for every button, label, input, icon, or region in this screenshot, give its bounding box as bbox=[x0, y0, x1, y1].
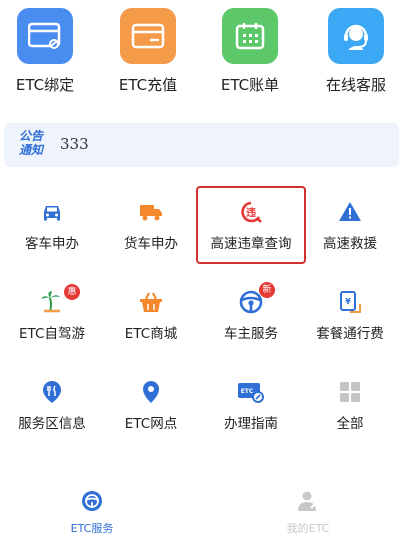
guide-card-icon: ETC bbox=[238, 383, 264, 403]
owner-service-button[interactable]: 新 车主服务 bbox=[201, 280, 301, 352]
online-service-button[interactable]: 在线客服 bbox=[316, 8, 396, 100]
online-service-headset-icon bbox=[328, 8, 384, 64]
warning-triangle-icon bbox=[339, 202, 361, 221]
service-area-info-button[interactable]: 服务区信息 bbox=[2, 370, 102, 442]
etc-bill-calendar-icon bbox=[222, 8, 278, 64]
highway-rescue-button[interactable]: 高速救援 bbox=[300, 190, 400, 262]
new-badge: 新 bbox=[259, 282, 275, 298]
all-grid-icon bbox=[340, 382, 360, 402]
etc-self-drive-button[interactable]: 惠 ETC自驾游 bbox=[2, 280, 102, 352]
user-icon bbox=[298, 491, 318, 511]
highlight-box bbox=[196, 186, 306, 264]
car-apply-button[interactable]: 客车申办 bbox=[2, 190, 102, 262]
service-area-pin-icon bbox=[43, 381, 61, 403]
etc-bill-button[interactable]: ETC账单 bbox=[210, 8, 290, 100]
discount-badge: 惠 bbox=[64, 284, 80, 300]
etc-outlet-button[interactable]: ETC网点 bbox=[101, 370, 201, 442]
top-quick-actions: ETC绑定 ETC充值 ETC账单 在线客服 bbox=[0, 0, 401, 104]
car-icon bbox=[44, 206, 60, 221]
etc-recharge-button[interactable]: ETC充值 bbox=[108, 8, 188, 100]
etc-bind-button[interactable]: ETC绑定 bbox=[5, 8, 85, 100]
toll-package-icon: ¥ bbox=[340, 291, 361, 313]
palm-tree-icon bbox=[41, 291, 60, 313]
truck-apply-button[interactable]: 货车申办 bbox=[101, 190, 201, 262]
bottom-tab-bar: ETC服务 我的ETC bbox=[0, 480, 401, 543]
tab-my-etc[interactable]: 我的ETC bbox=[248, 490, 368, 540]
process-guide-button[interactable]: ETC 办理指南 bbox=[201, 370, 301, 442]
svg-text:¥: ¥ bbox=[345, 297, 351, 306]
toll-package-button[interactable]: ¥ 套餐通行费 bbox=[300, 280, 400, 352]
etc-service-icon bbox=[82, 491, 102, 511]
notice-tag: 公告 通知 bbox=[18, 129, 43, 157]
location-pin-icon bbox=[143, 381, 159, 403]
notice-bar[interactable]: 公告 通知 333 bbox=[4, 123, 399, 167]
etc-mall-button[interactable]: ETC商城 bbox=[101, 280, 201, 352]
etc-recharge-card-icon bbox=[120, 8, 176, 64]
etc-card-link-icon bbox=[17, 8, 73, 64]
tab-etc-service[interactable]: ETC服务 bbox=[32, 490, 152, 540]
all-services-button[interactable]: 全部 bbox=[300, 370, 400, 442]
notice-text: 333 bbox=[60, 135, 89, 153]
svg-text:ETC: ETC bbox=[241, 388, 254, 395]
shopping-basket-icon bbox=[140, 292, 162, 312]
truck-icon bbox=[140, 205, 162, 221]
